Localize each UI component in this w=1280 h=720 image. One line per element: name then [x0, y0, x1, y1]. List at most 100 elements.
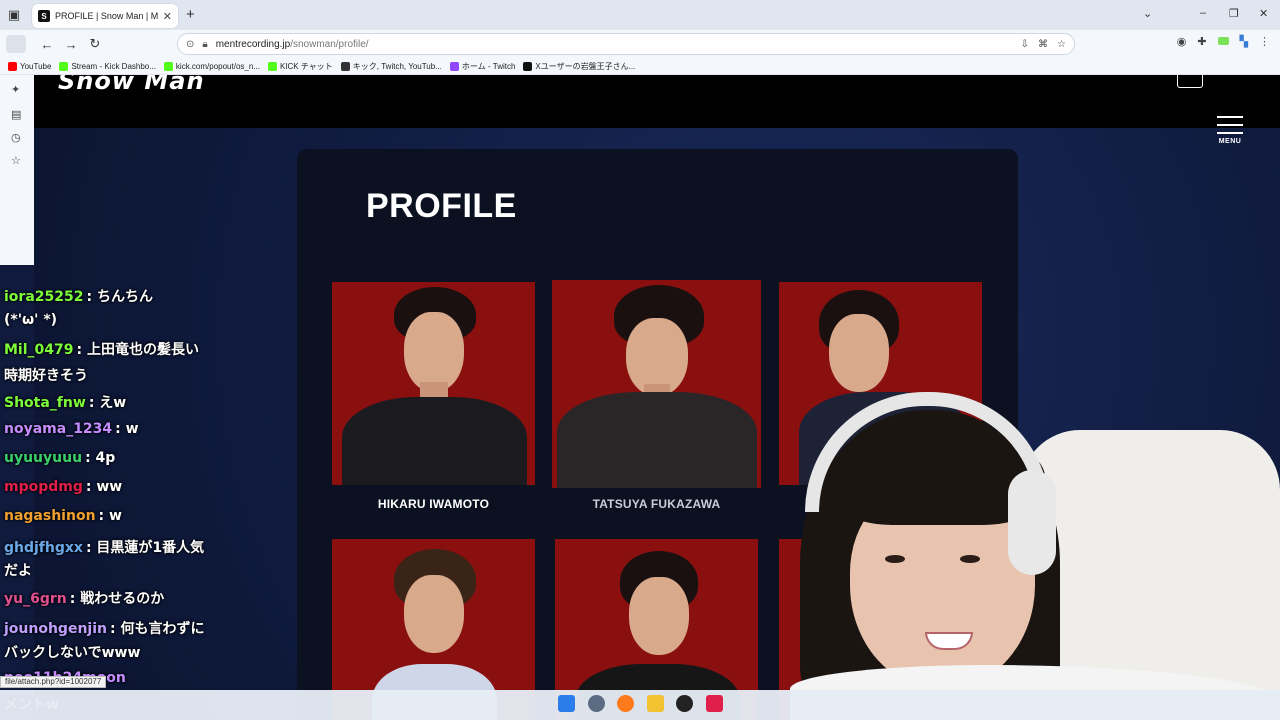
bookmark-label: Xユーザーの岩盤王子さん... — [535, 61, 636, 71]
snowman-logo[interactable]: Snow Man — [58, 75, 205, 95]
toolbar-right: ◉ ✚ ▚ ⋮ — [1177, 35, 1270, 48]
header-button-icon[interactable] — [1177, 75, 1203, 88]
chat-message: Mil_0479: 上田竜也の髪長い — [4, 339, 199, 359]
webcam-overlay — [790, 380, 1280, 720]
bookmark-item[interactable]: ホーム - Twitch — [449, 61, 516, 72]
bookmark-label: ホーム - Twitch — [461, 61, 516, 71]
member-name[interactable]: TATSUYA FUKAZAWA — [552, 497, 761, 511]
stream-chat-overlay: iora25252: ちんちん (*'ω' *) Mil_0479: 上田竜也の髪長… — [0, 262, 250, 713]
member-name[interactable]: HIKARU IWAMOTO — [332, 497, 535, 511]
chat-message: yu_6grn: 戦わせるのか — [4, 588, 164, 608]
clock-icon[interactable]: ◷ — [11, 131, 21, 144]
forward-icon[interactable]: → — [60, 33, 82, 55]
star-icon[interactable]: ☆ — [11, 154, 21, 167]
chat-username[interactable]: ghdjfhgxx — [4, 540, 83, 556]
back-icon[interactable]: ← — [36, 33, 58, 55]
chat-username[interactable]: mpopdmg — [4, 479, 83, 495]
chat-username[interactable]: uyuuyuuu — [4, 450, 82, 466]
bookmark-favicon-icon — [267, 61, 277, 71]
chat-message: jounohgenjin: 何も言わずに — [4, 618, 204, 638]
install-app-icon[interactable]: ⇩ — [1021, 39, 1029, 50]
chat-username[interactable]: Mil_0479 — [4, 342, 74, 358]
chat-text: (*'ω' *) — [4, 312, 58, 328]
tab-overflow-icon[interactable]: ⌄ — [1143, 7, 1152, 20]
chat-message: だよ — [4, 560, 32, 580]
close-window-icon[interactable]: ✕ — [1259, 7, 1268, 20]
extension-blue-icon[interactable]: ▚ — [1240, 35, 1248, 48]
bookmark-item[interactable]: Stream - Kick Dashbo... — [59, 61, 156, 71]
chat-message: 時期好きそう — [4, 365, 88, 385]
bookmark-favicon-icon — [8, 61, 17, 71]
bookmark-item[interactable]: kick.com/popout/os_n... — [163, 61, 260, 71]
address-bar[interactable]: ⊙ 🔒︎ mentrecording.jp/snowman/profile/ ⇩… — [177, 33, 1075, 55]
tab-list-icon[interactable]: ▣ — [0, 0, 28, 30]
translate-icon[interactable]: ⌘ — [1038, 39, 1048, 50]
chat-text: 時期好きそう — [4, 368, 88, 384]
obs-icon[interactable] — [676, 695, 693, 712]
sidebar-toggle-icon[interactable] — [6, 35, 26, 53]
browser-sidebar: ✦ ▤ ◷ ☆ — [0, 75, 34, 265]
chat-text: だよ — [4, 563, 32, 579]
menu-button[interactable]: MENU — [1214, 116, 1246, 145]
chat-message: iora25252: ちんちん — [4, 286, 153, 306]
bookmark-favicon-icon — [340, 61, 350, 71]
bookmark-label: YouTube — [20, 61, 52, 71]
chat-username[interactable]: nagashinon — [4, 508, 96, 524]
lock-icon: 🔒︎ — [202, 38, 208, 50]
extension-green-icon[interactable] — [1217, 37, 1229, 45]
bookmark-item[interactable]: YouTube — [8, 61, 52, 71]
url-path: /snowman/profile/ — [290, 38, 369, 50]
new-tab-button[interactable]: + — [186, 6, 195, 23]
chat-message: Shota_fnw: えw — [4, 392, 126, 412]
taskbar — [0, 690, 1280, 720]
reload-icon[interactable]: ↻ — [84, 33, 106, 55]
member-photo[interactable] — [332, 282, 535, 485]
chat-text: バックしないでwww — [4, 645, 141, 661]
chat-text: : w — [115, 421, 139, 437]
chat-username[interactable]: noyama_1234 — [4, 421, 112, 437]
bookmark-item[interactable]: Xユーザーの岩盤王子さん... — [523, 61, 635, 72]
tab-bar: ▣ S PROFILE | Snow Man | MENT R ✕ + ⌄ – … — [0, 0, 1280, 30]
chat-message: mpopdmg: ww — [4, 479, 122, 495]
bookmark-label: Stream - Kick Dashbo... — [71, 61, 156, 71]
chat-text: : 4p — [85, 450, 116, 466]
screen: ▣ S PROFILE | Snow Man | MENT R ✕ + ⌄ – … — [0, 0, 1280, 720]
chat-username[interactable]: iora25252 — [4, 289, 83, 305]
settings-icon[interactable] — [588, 695, 605, 712]
member-card-fukazawa[interactable]: TATSUYA FUKAZAWA — [552, 280, 761, 517]
menu-icon[interactable]: ⋮ — [1259, 35, 1270, 48]
extensions-icon[interactable]: ✚ — [1197, 35, 1206, 48]
minimize-icon[interactable]: – — [1200, 7, 1206, 19]
firefox-icon[interactable] — [617, 695, 634, 712]
chat-username[interactable]: Shota_fnw — [4, 395, 86, 411]
history-list-icon[interactable]: ▤ — [11, 108, 21, 121]
member-photo[interactable] — [552, 280, 761, 488]
tab-title: PROFILE | Snow Man | MENT R — [55, 11, 159, 21]
navigation-bar: ← → ↻ ⊙ 🔒︎ mentrecording.jp/snowman/prof… — [0, 30, 1280, 58]
maximize-icon[interactable]: ❐ — [1229, 7, 1239, 20]
start-icon[interactable] — [558, 695, 575, 712]
file-explorer-icon[interactable] — [647, 695, 664, 712]
menu-label: MENU — [1218, 138, 1242, 145]
bookmark-favicon-icon — [449, 61, 459, 71]
account-icon[interactable]: ◉ — [1177, 35, 1187, 48]
chat-message: (*'ω' *) — [4, 312, 57, 328]
tab-profile[interactable]: S PROFILE | Snow Man | MENT R ✕ — [32, 4, 178, 28]
ai-sparkle-icon[interactable]: ✦ — [11, 83, 20, 96]
site-header: Snow Man — [34, 75, 1280, 128]
bookmark-star-icon[interactable]: ☆ — [1057, 39, 1066, 50]
bookmark-favicon-icon — [59, 61, 69, 71]
site-info-icon[interactable]: ⊙ — [186, 39, 194, 50]
bookmark-label: KICK チャット — [279, 61, 333, 71]
bookmark-item[interactable]: キック, Twitch, YouTub... — [340, 61, 442, 72]
app-red-icon[interactable] — [706, 695, 723, 712]
close-tab-icon[interactable]: ✕ — [163, 10, 172, 23]
bookmark-label: キック, Twitch, YouTub... — [352, 61, 442, 71]
chat-username[interactable]: jounohgenjin — [4, 621, 107, 637]
status-link-preview: file/attach.php?id=1002077 — [0, 676, 107, 688]
bookmark-label: kick.com/popout/os_n... — [175, 61, 260, 71]
url-host: mentrecording.jp — [215, 38, 291, 50]
member-card-iwamoto[interactable]: HIKARU IWAMOTO — [332, 282, 535, 517]
bookmark-item[interactable]: KICK チャット — [267, 61, 333, 72]
chat-username[interactable]: yu_6grn — [4, 591, 67, 607]
